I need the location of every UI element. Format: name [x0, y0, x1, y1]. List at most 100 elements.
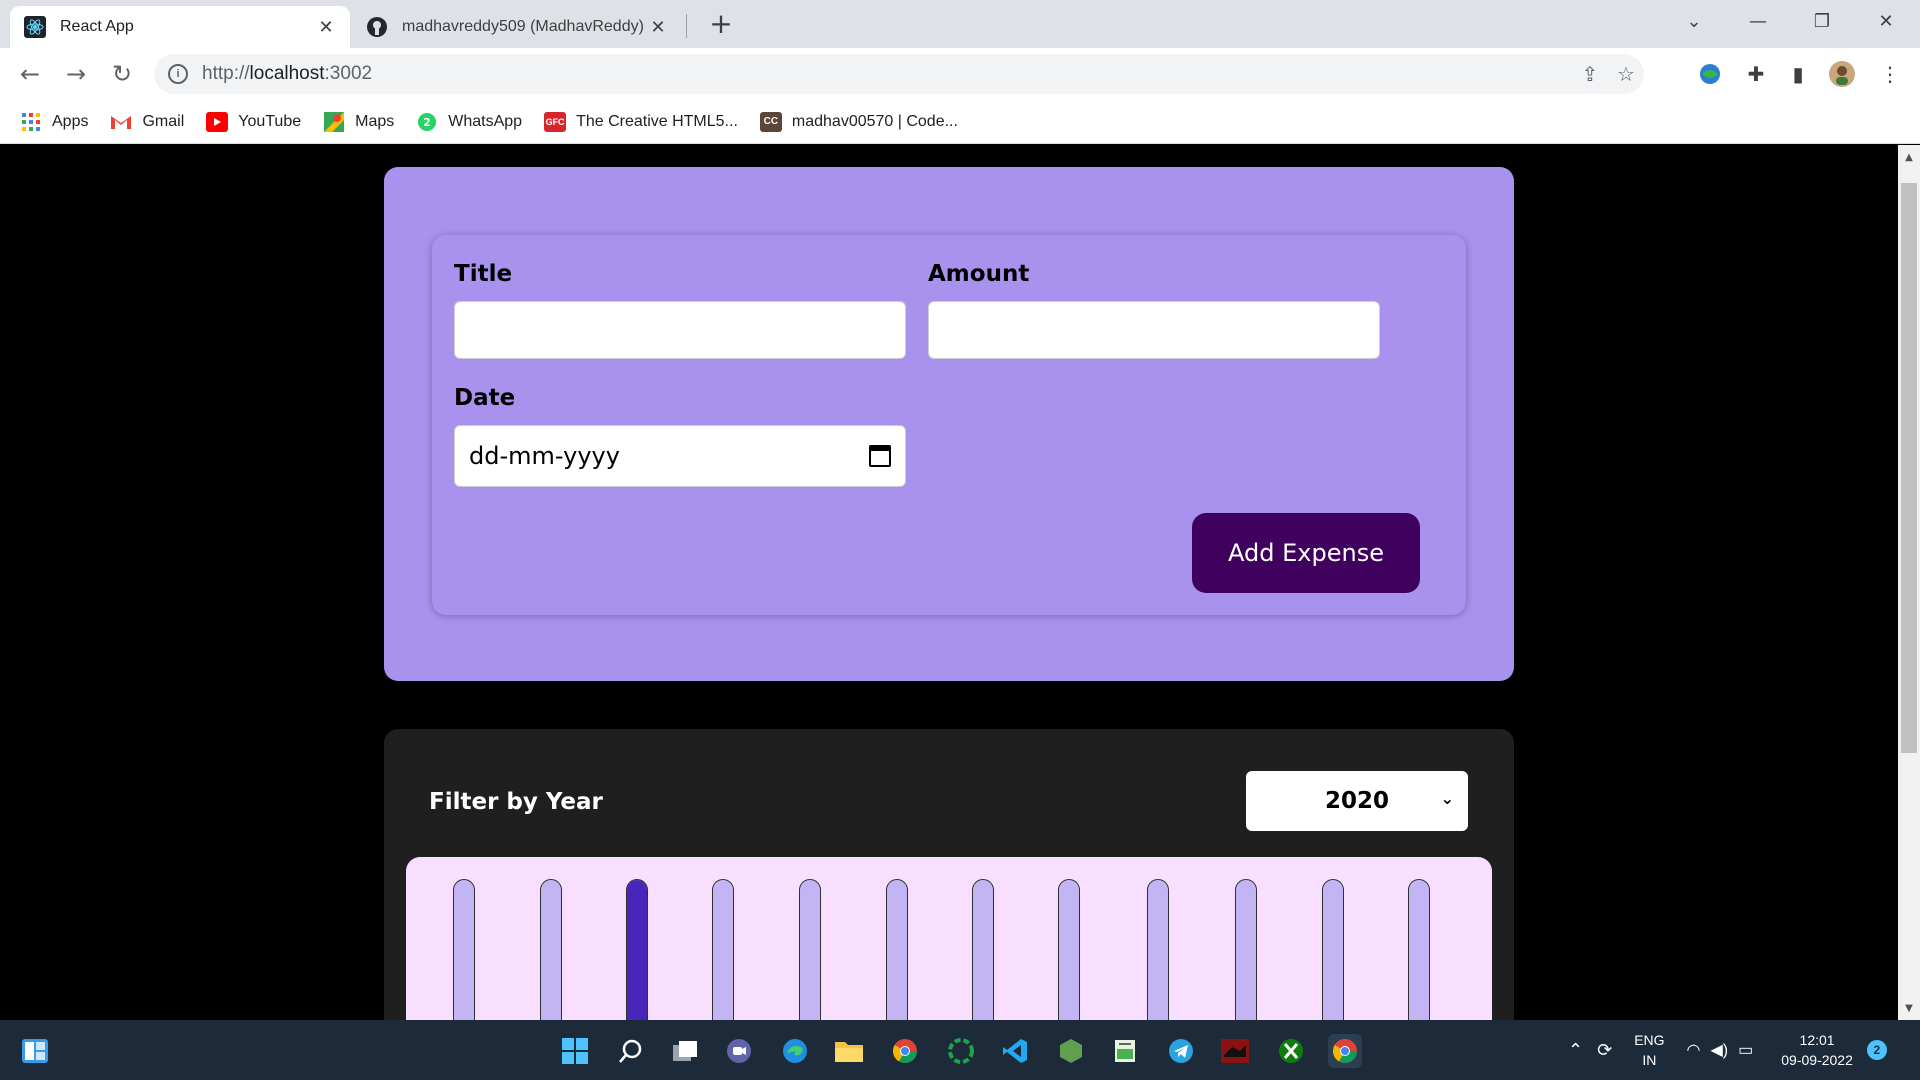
battery-icon[interactable]: ▭ [1738, 1040, 1753, 1060]
browser-toolbar: ← → ↻ i http://localhost:3002 ⇪ ☆ ✚ ▮ ⋮ [0, 48, 1920, 100]
tab-github[interactable]: madhavreddy509 (MadhavReddy) ✕ [352, 6, 682, 48]
notification-badge[interactable]: 2 [1866, 1040, 1887, 1060]
page-viewport: Title Amount Date dd-mm-yyyy Add Expense… [0, 145, 1898, 1020]
scroll-down-icon[interactable]: ▼ [1898, 998, 1920, 1018]
game-app-icon[interactable] [1218, 1034, 1252, 1068]
maps-icon [323, 111, 345, 132]
chrome-active-icon[interactable] [1328, 1034, 1362, 1068]
bookmark-gmail[interactable]: Gmail [110, 112, 184, 132]
bookmark-whatsapp[interactable]: 2 WhatsApp [416, 112, 522, 132]
volume-icon[interactable]: ◀) [1711, 1040, 1729, 1060]
menu-dots-icon[interactable]: ⋮ [1874, 58, 1906, 90]
file-explorer-icon[interactable] [832, 1034, 866, 1068]
expenses-chart [406, 857, 1492, 1020]
date-label: Date [454, 385, 516, 411]
page-scrollbar[interactable]: ▲ ▼ [1898, 145, 1920, 1020]
chart-bar-mar [626, 879, 648, 1020]
sync-icon[interactable]: ⟳ [1597, 1040, 1612, 1061]
close-window-icon[interactable]: ✕ [1866, 6, 1906, 36]
tab-search-icon[interactable]: ⌄ [1674, 6, 1714, 36]
chrome-icon[interactable] [888, 1034, 922, 1068]
star-icon[interactable]: ☆ [1608, 56, 1644, 92]
year-select[interactable]: 2020 ⌄ [1246, 771, 1468, 831]
chart-bar-dec [1408, 879, 1430, 1020]
avatar[interactable] [1826, 58, 1858, 90]
selected-year: 2020 [1324, 788, 1389, 814]
telegram-icon[interactable] [1164, 1034, 1198, 1068]
windows-taskbar: ⌃ ⟳ ENG IN ◠ ◀) ▭ 12:01 09-09-2022 2 [0, 1020, 1920, 1080]
system-tray: ⌃ ⟳ ENG IN ◠ ◀) ▭ 12:01 09-09-2022 2 [1568, 1020, 1887, 1080]
gfc-icon: GFC [544, 111, 567, 132]
title-input[interactable] [454, 301, 906, 359]
date-input[interactable]: dd-mm-yyyy [454, 425, 906, 487]
windows-start-icon[interactable] [558, 1034, 592, 1068]
extension-globe-icon[interactable] [1694, 58, 1726, 90]
chart-bar-may [799, 879, 821, 1020]
node-icon[interactable] [1054, 1034, 1088, 1068]
language-indicator[interactable]: ENG IN [1634, 1030, 1664, 1070]
calendar-icon[interactable] [869, 445, 891, 467]
amount-field-group: Amount [928, 261, 1380, 359]
bookmarks-bar: Apps Gmail YouTube Maps 2 WhatsApp GFC T… [0, 100, 1920, 144]
chart-bar-jan [453, 879, 475, 1020]
teams-chat-icon[interactable] [722, 1034, 756, 1068]
bookmark-codechef[interactable]: CC madhav00570 | Code... [759, 111, 958, 132]
svg-text:2: 2 [423, 116, 431, 129]
date-placeholder: dd-mm-yyyy [469, 442, 620, 470]
gmail-icon [110, 112, 132, 132]
edge-icon[interactable] [778, 1034, 812, 1068]
tab-title: madhavreddy509 (MadhavReddy) [402, 18, 644, 35]
vscode-icon[interactable] [998, 1034, 1032, 1068]
widgets-icon[interactable] [18, 1034, 52, 1068]
loading-circle-icon[interactable] [944, 1034, 978, 1068]
new-tab-button[interactable]: + [706, 10, 736, 40]
scroll-thumb[interactable] [1901, 183, 1917, 753]
tab-react-app[interactable]: React App ✕ [10, 6, 350, 48]
close-icon[interactable]: ✕ [316, 17, 336, 38]
chart-bar-nov [1322, 879, 1344, 1020]
chart-bar-fill-mar [627, 880, 647, 1020]
share-icon[interactable]: ⇪ [1572, 56, 1608, 92]
forward-icon[interactable]: → [60, 58, 92, 90]
bookmark-apps[interactable]: Apps [20, 112, 88, 132]
new-expense-panel: Title Amount Date dd-mm-yyyy Add Expense [384, 167, 1514, 681]
add-expense-button[interactable]: Add Expense [1192, 513, 1420, 593]
puzzle-icon[interactable]: ✚ [1740, 58, 1772, 90]
amount-input[interactable] [928, 301, 1380, 359]
info-icon[interactable]: i [168, 64, 188, 84]
url-text[interactable]: http://localhost:3002 [202, 63, 1572, 85]
search-icon[interactable] [614, 1034, 648, 1068]
tab-title: React App [60, 18, 134, 35]
codechef-icon: CC [759, 111, 782, 132]
xbox-icon[interactable] [1274, 1034, 1308, 1068]
chart-bar-jun [886, 879, 908, 1020]
wifi-icon[interactable]: ◠ [1687, 1040, 1701, 1060]
github-icon [366, 16, 388, 38]
chart-bar-aug [1058, 879, 1080, 1020]
notepad-icon[interactable] [1108, 1034, 1142, 1068]
minimize-icon[interactable]: — [1738, 6, 1778, 36]
address-bar[interactable]: i http://localhost:3002 ⇪ ☆ [154, 54, 1644, 94]
restore-icon[interactable]: ❐ [1802, 6, 1842, 36]
chevron-up-icon[interactable]: ⌃ [1568, 1040, 1583, 1061]
expenses-panel: Filter by Year 2020 ⌄ [384, 729, 1514, 1020]
task-view-icon[interactable] [668, 1034, 702, 1068]
back-icon[interactable]: ← [14, 58, 46, 90]
bookmark-gfc[interactable]: GFC The Creative HTML5... [544, 111, 738, 132]
scroll-up-icon[interactable]: ▲ [1898, 147, 1920, 167]
chevron-down-icon: ⌄ [1440, 789, 1454, 808]
react-icon [24, 16, 46, 38]
side-panel-icon[interactable]: ▮ [1782, 58, 1814, 90]
reload-icon[interactable]: ↻ [106, 58, 138, 90]
chart-bar-oct [1235, 879, 1257, 1020]
amount-label: Amount [928, 261, 1030, 287]
clock[interactable]: 12:01 09-09-2022 [1781, 1030, 1853, 1070]
browser-tab-bar: React App ✕ madhavreddy509 (MadhavReddy)… [0, 0, 1920, 48]
bookmark-maps[interactable]: Maps [323, 111, 394, 132]
youtube-icon [206, 111, 229, 132]
chart-bar-feb [540, 879, 562, 1020]
close-icon[interactable]: ✕ [648, 17, 668, 38]
bookmark-youtube[interactable]: YouTube [206, 111, 301, 132]
filter-label: Filter by Year [429, 789, 603, 815]
tab-separator [686, 14, 687, 38]
